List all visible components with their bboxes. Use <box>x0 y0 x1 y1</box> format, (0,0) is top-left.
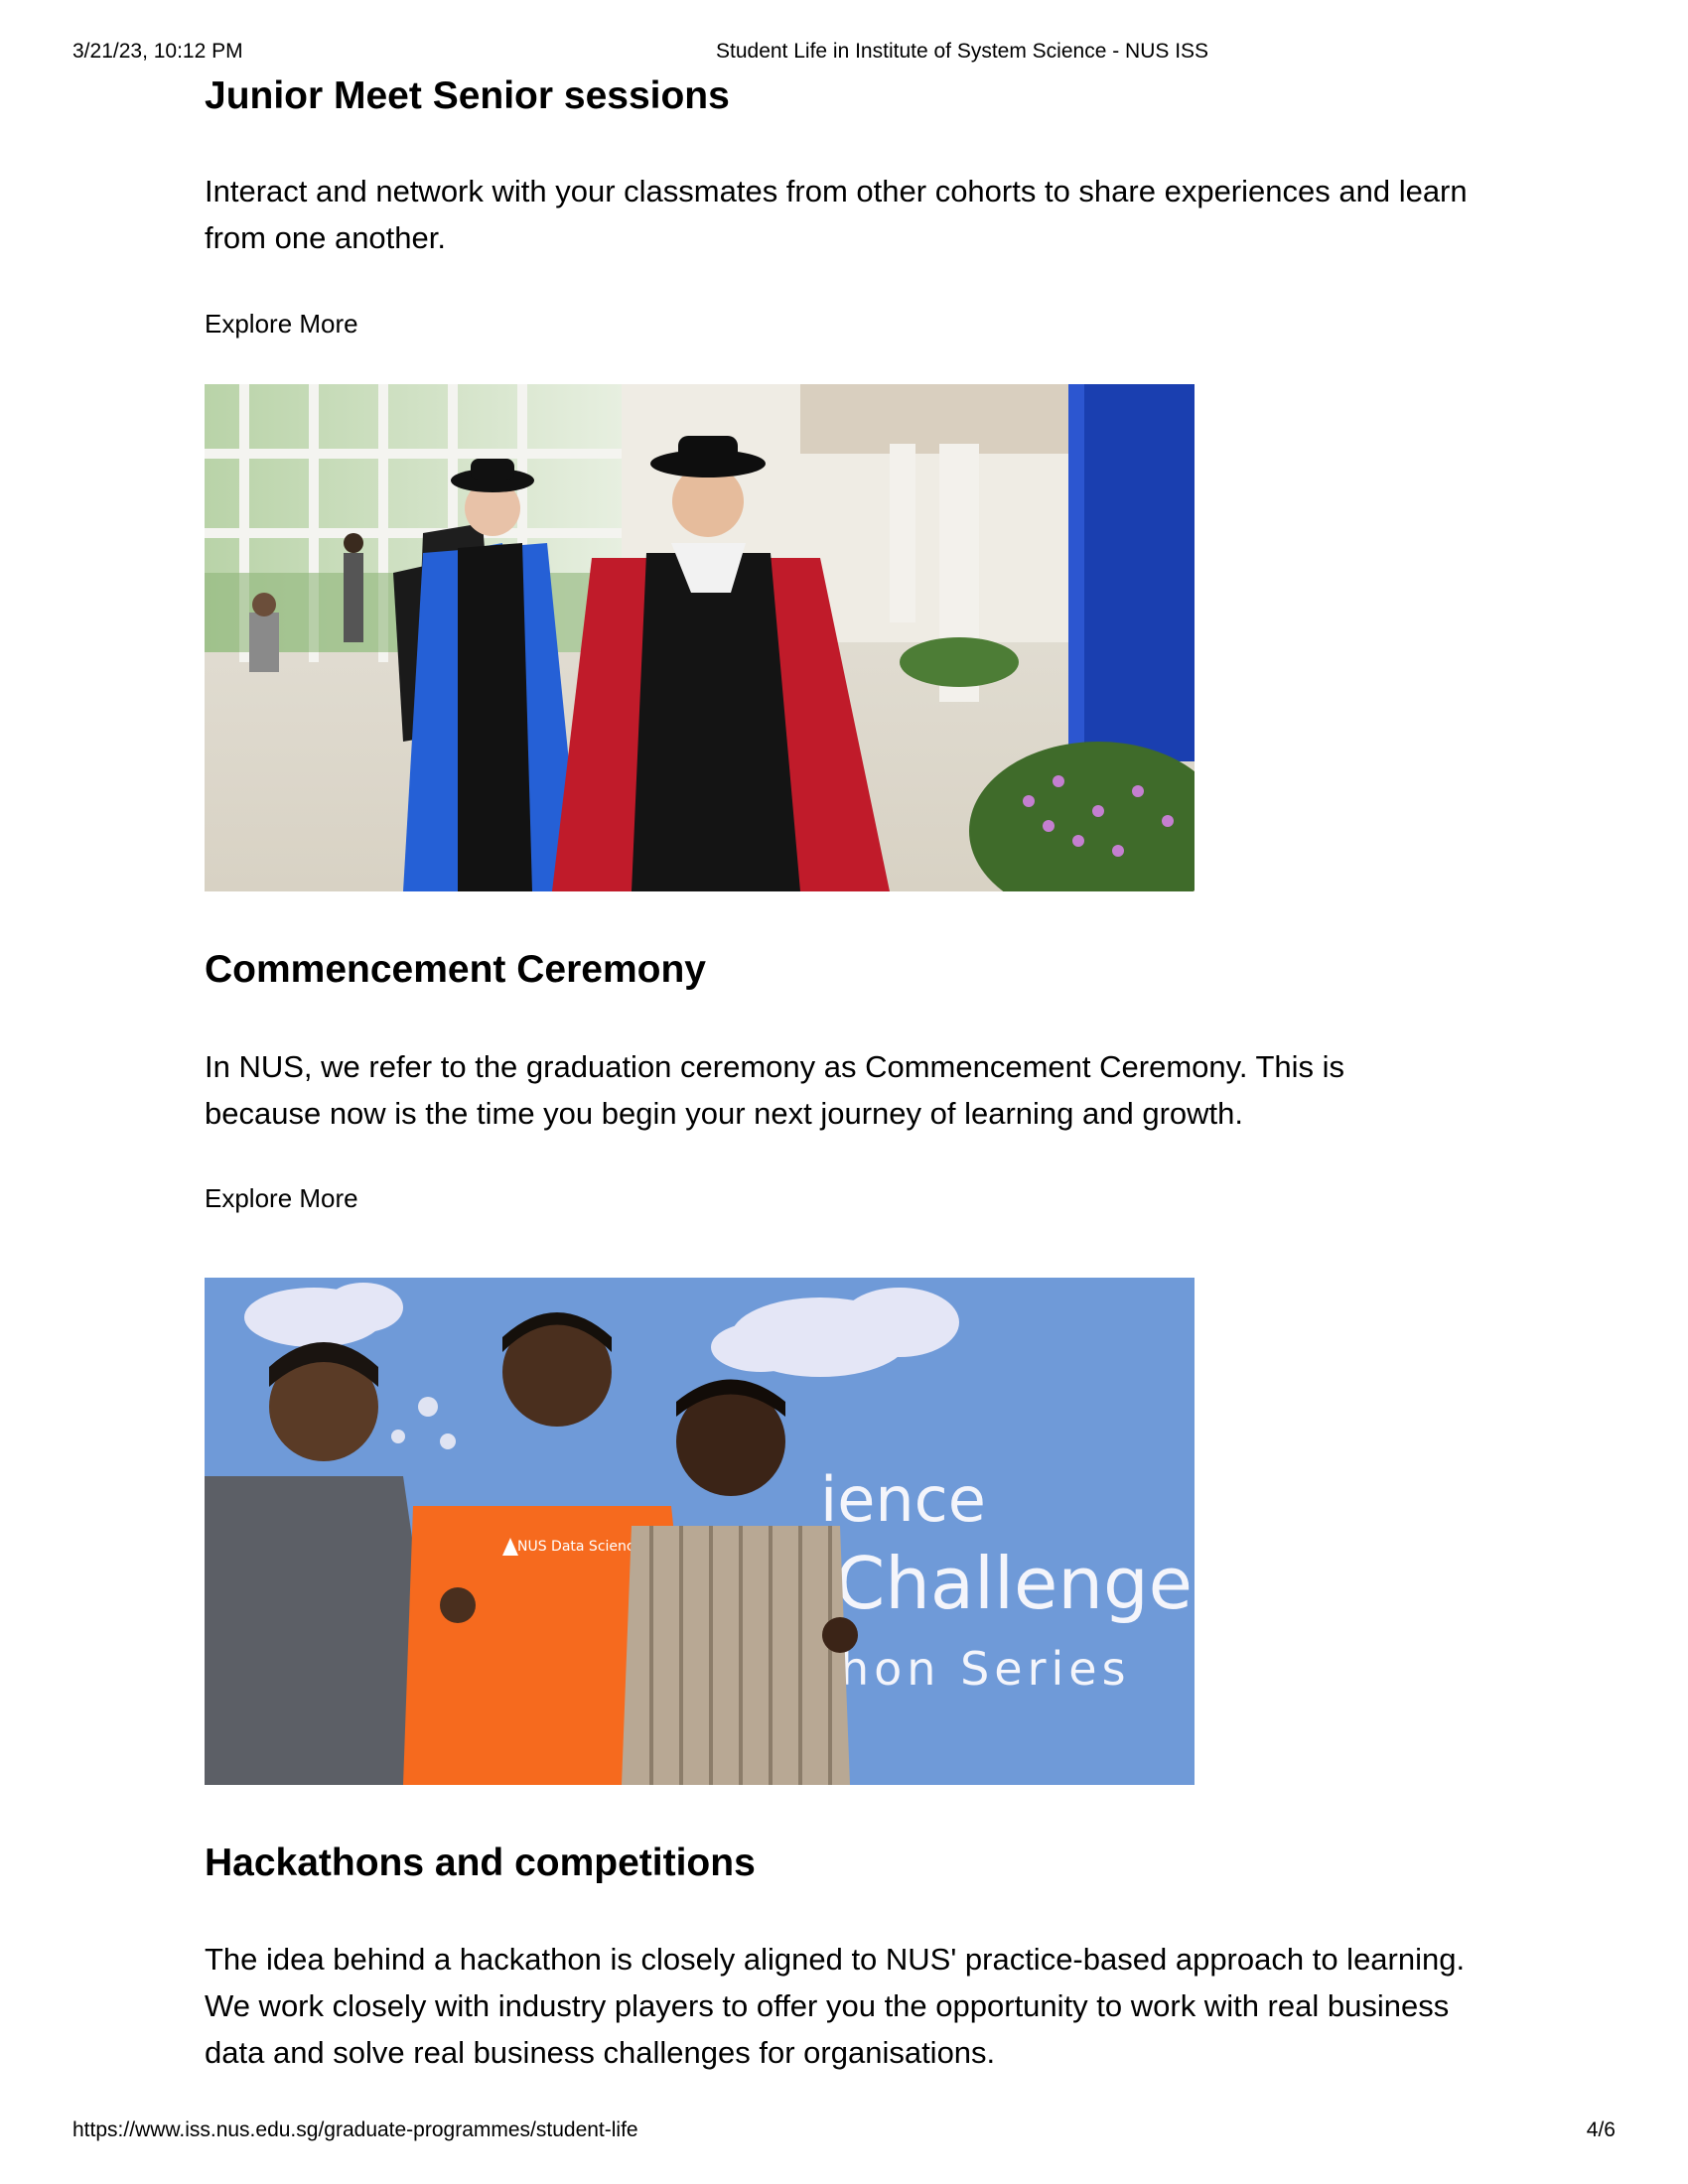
backdrop-text-3: hon Series <box>840 1642 1131 1696</box>
backdrop-text-1: ience <box>820 1463 986 1536</box>
hackathon-photo: ience Challenge hon Series NUS Data Scie… <box>205 1278 1195 1785</box>
section-heading-junior-meet-senior: Junior Meet Senior sessions <box>205 74 730 117</box>
backdrop-text-2: Challenge <box>835 1542 1193 1625</box>
photo-academic-procession-icon <box>205 384 1195 891</box>
section-heading-commencement: Commencement Ceremony <box>205 948 706 991</box>
section-text-hackathons: The idea behind a hackathon is closely a… <box>205 1942 1466 2070</box>
page-number: 4/6 <box>1586 2118 1616 2141</box>
section-heading-hackathons: Hackathons and competitions <box>205 1842 756 1884</box>
print-url: https://www.iss.nus.edu.sg/graduate-prog… <box>72 2118 638 2141</box>
print-footer: https://www.iss.nus.edu.sg/graduate-prog… <box>72 2118 1616 2148</box>
explore-more-link-commencement[interactable]: Explore More <box>205 1183 358 1214</box>
photo-students-hackathon-icon: ience Challenge hon Series NUS Data Scie… <box>205 1278 1195 1785</box>
commencement-photo <box>205 384 1195 891</box>
print-header: 3/21/23, 10:12 PM Student Life in Instit… <box>72 40 1616 69</box>
section-text-junior-meet-senior: Interact and network with your classmate… <box>205 174 1468 255</box>
explore-more-link-junior-meet-senior[interactable]: Explore More <box>205 309 358 340</box>
print-page-title: Student Life in Institute of System Scie… <box>716 40 1209 63</box>
print-date: 3/21/23, 10:12 PM <box>72 40 243 63</box>
section-text-commencement: In NUS, we refer to the graduation cerem… <box>205 1049 1345 1131</box>
